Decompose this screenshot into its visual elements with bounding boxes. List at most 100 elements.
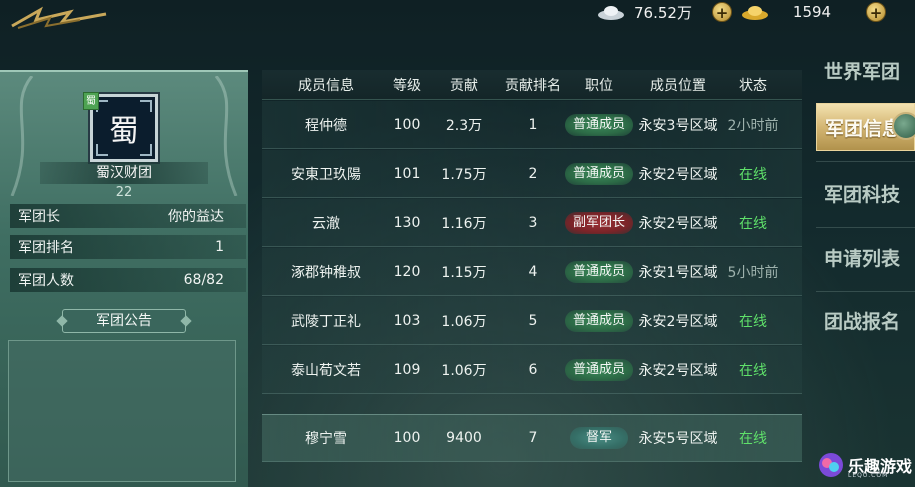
member-status: 2小时前 xyxy=(727,117,779,134)
member-location: 永安2号区域 xyxy=(638,166,718,183)
member-table: 成员信息 等级 贡献 贡献排名 职位 成员位置 状态 程仲德 100 2.3万 1 普通… xyxy=(262,70,802,487)
member-name: 武陵丁正礼 xyxy=(291,313,361,330)
member-name: 程仲德 xyxy=(305,117,347,134)
lequ-logo-icon xyxy=(819,453,843,477)
member-status: 在线 xyxy=(739,313,767,330)
member-contribution-rank: 3 xyxy=(528,214,538,231)
table-row[interactable]: 武陵丁正礼 103 1.06万 5 普通成员 永安2号区域 在线 xyxy=(262,297,802,345)
member-role: 普通成员 xyxy=(562,297,636,344)
member-status: 在线 xyxy=(739,362,767,379)
tab-label: 世界军团 xyxy=(824,60,901,83)
member-contribution: 1.75万 xyxy=(441,166,487,183)
header-status: 状态 xyxy=(739,77,767,94)
role-badge: 普通成员 xyxy=(564,162,633,185)
gold-amount: 1594 xyxy=(792,3,832,21)
table-row[interactable]: 泰山荀文若 109 1.06万 6 普通成员 永安2号区域 在线 xyxy=(262,346,802,394)
guild-emblem-char: 蜀 xyxy=(109,114,139,149)
member-role: 普通成员 xyxy=(562,248,636,295)
member-contribution-rank: 2 xyxy=(528,165,538,182)
member-contribution-rank: 7 xyxy=(528,430,538,446)
site-watermark: 乐趣游戏 LEQU.COM xyxy=(818,452,912,479)
member-status: 在线 xyxy=(739,166,767,183)
header-location: 成员位置 xyxy=(650,77,706,94)
right-flourish-icon xyxy=(214,76,238,196)
member-name: 穆宁雪 xyxy=(305,431,347,447)
tab-label: 申请列表 xyxy=(824,247,901,270)
tab-label: 军团信息 xyxy=(825,117,902,140)
member-contribution-rank: 4 xyxy=(528,263,538,280)
tab-divider xyxy=(816,161,915,162)
table-row[interactable]: 安東卫玖陽 101 1.75万 2 普通成员 永安2号区域 在线 xyxy=(262,150,802,198)
member-contribution-rank: 5 xyxy=(528,312,538,329)
header-contribution: 贡献 xyxy=(450,77,478,94)
silver-ingot-icon xyxy=(598,6,624,20)
silver-amount: 76.52万 xyxy=(634,3,692,22)
member-contribution: 9400 xyxy=(446,430,482,446)
member-role: 普通成员 xyxy=(562,346,636,393)
self-member-row[interactable]: 穆宁雪 100 9400 7 督军 永安5号区域 在线 xyxy=(262,414,802,462)
role-badge: 普通成员 xyxy=(564,309,633,332)
member-role: 普通成员 xyxy=(562,101,636,148)
role-badge: 督军 xyxy=(569,427,628,449)
member-level: 100 xyxy=(393,430,421,446)
add-silver-button[interactable]: + xyxy=(712,2,732,22)
tab-world-legion[interactable]: 世界军团 xyxy=(816,46,915,94)
tab-label: 团战报名 xyxy=(824,310,901,333)
member-status: 在线 xyxy=(739,215,767,232)
guild-info-panel: 蜀 蜀 蜀汉财团 22 军团长 你的益达 军团排名 1 军团人数 68/82 军… xyxy=(0,70,248,487)
table-row[interactable]: 云澈 130 1.16万 3 副军团长 永安2号区域 在线 xyxy=(262,199,802,247)
role-badge: 副军团长 xyxy=(564,211,633,234)
game-logo-mark xyxy=(11,6,107,29)
member-contribution-rank: 1 xyxy=(528,116,538,133)
role-badge: 普通成员 xyxy=(564,358,633,381)
silver-currency: 76.52万 + xyxy=(596,0,732,24)
member-contribution-rank: 6 xyxy=(528,361,538,378)
guild-members-row: 军团人数 68/82 xyxy=(10,268,246,292)
member-name: 安東卫玖陽 xyxy=(291,166,361,183)
member-name: 云澈 xyxy=(312,215,340,232)
member-location: 永安2号区域 xyxy=(638,362,718,379)
tab-divider xyxy=(816,227,915,228)
tab-orb-icon xyxy=(892,112,915,140)
tab-legion-tech[interactable]: 军团科技 xyxy=(816,169,915,217)
tab-application-list[interactable]: 申请列表 xyxy=(816,233,915,281)
member-role: 督军 xyxy=(562,415,636,461)
member-contribution: 1.15万 xyxy=(441,264,487,281)
header-position: 职位 xyxy=(585,77,613,94)
member-role: 普通成员 xyxy=(562,150,636,197)
member-location: 永安5号区域 xyxy=(638,431,718,447)
add-gold-button[interactable]: + xyxy=(866,2,886,22)
info-value: 1 xyxy=(215,239,224,255)
tab-battle-signup[interactable]: 团战报名 xyxy=(816,296,915,344)
member-level: 130 xyxy=(393,214,421,231)
guild-notice-title: 军团公告 xyxy=(62,309,186,333)
member-contribution: 1.06万 xyxy=(441,362,487,379)
member-status: 在线 xyxy=(739,431,767,447)
gold-currency: 1594 + xyxy=(740,0,886,24)
watermark-sub: LEQU.COM xyxy=(848,472,889,479)
guild-emblem: 蜀 xyxy=(90,94,158,162)
member-location: 永安2号区域 xyxy=(638,215,718,232)
member-contribution: 2.3万 xyxy=(445,117,483,134)
header-member-info: 成员信息 xyxy=(298,77,354,94)
member-level: 101 xyxy=(393,165,421,182)
guild-name: 蜀汉财团 xyxy=(40,162,208,184)
header-contribution-rank: 贡献排名 xyxy=(505,77,561,94)
tab-divider xyxy=(816,291,915,292)
member-location: 永安3号区域 xyxy=(638,117,718,134)
table-row[interactable]: 程仲德 100 2.3万 1 普通成员 永安3号区域 2小时前 xyxy=(262,101,802,149)
table-row[interactable]: 涿郡钟稚叔 120 1.15万 4 普通成员 永安1号区域 5小时前 xyxy=(262,248,802,296)
role-badge: 普通成员 xyxy=(564,260,633,283)
member-role: 副军团长 xyxy=(562,199,636,246)
left-flourish-icon xyxy=(10,76,34,196)
role-badge: 普通成员 xyxy=(564,113,633,136)
member-location: 永安2号区域 xyxy=(638,313,718,330)
tab-label: 军团科技 xyxy=(824,183,901,206)
tab-legion-info[interactable]: 军团信息 xyxy=(816,103,915,151)
info-label: 军团人数 xyxy=(18,273,74,289)
header-level: 等级 xyxy=(393,77,421,94)
guild-leader-row: 军团长 你的益达 xyxy=(10,204,246,228)
member-contribution: 1.16万 xyxy=(441,215,487,232)
info-value: 你的益达 xyxy=(168,209,224,225)
guild-notice-box[interactable] xyxy=(8,340,236,482)
